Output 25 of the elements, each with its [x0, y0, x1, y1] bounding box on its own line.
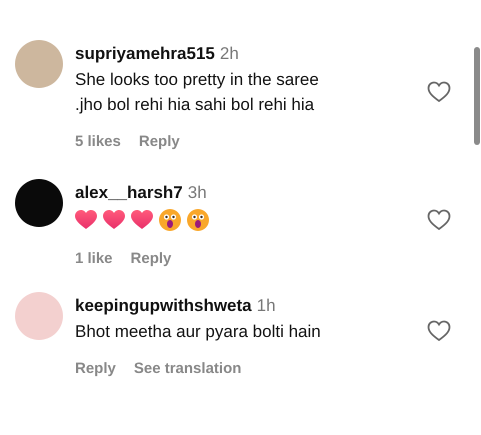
heart-icon[interactable] [427, 80, 451, 102]
heart-icon[interactable] [427, 320, 451, 342]
comment-text: Bhot meetha aur pyara bolti hain [75, 320, 322, 342]
scrollbar[interactable] [474, 47, 480, 145]
heart-icon[interactable] [427, 208, 451, 230]
username[interactable]: alex__harsh7 [75, 180, 183, 206]
surprised-face-icon [187, 208, 209, 230]
action-link[interactable]: See translation [134, 358, 242, 380]
action-link[interactable]: Reply [130, 248, 172, 270]
action-link[interactable]: Reply [138, 130, 180, 153]
avatar[interactable] [15, 179, 63, 227]
surprised-face-icon [159, 208, 181, 230]
action-link[interactable]: 5 likes [75, 130, 121, 153]
heart-emoji-icon [103, 210, 125, 230]
username[interactable]: supriyamehra515 [75, 41, 215, 66]
timestamp: 3h [188, 182, 207, 204]
comment-text: She looks too pretty in the saree [75, 68, 320, 90]
action-link[interactable]: Reply [75, 358, 116, 380]
comment-text: .jho bol rehi hia sahi bol rehi hia [75, 94, 316, 116]
username[interactable]: keepingupwithshweta [75, 293, 252, 318]
action-link[interactable]: 1 like [75, 248, 113, 270]
timestamp: 1h [256, 295, 276, 317]
timestamp: 2h [220, 43, 239, 65]
heart-emoji-icon [75, 210, 97, 230]
heart-emoji-icon [131, 210, 153, 230]
